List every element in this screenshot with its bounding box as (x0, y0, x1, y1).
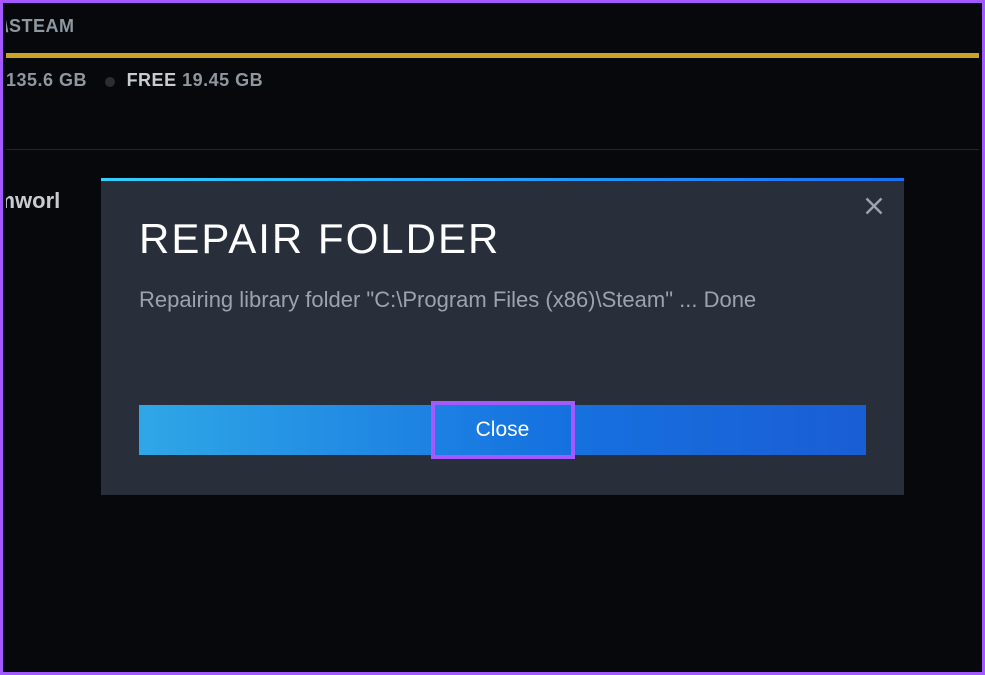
library-item-text: eamworl (6, 188, 60, 213)
repair-folder-dialog: REPAIR FOLDER Repairing library folder "… (101, 178, 904, 495)
close-icon (864, 196, 884, 216)
close-button[interactable]: Close (139, 405, 866, 455)
free-dot-icon (105, 77, 115, 87)
free-size: 19.45 GB (182, 70, 263, 90)
storage-usage-bar (6, 53, 979, 58)
dialog-actions: Close (101, 405, 904, 495)
library-path-text: 86)\STEAM (6, 16, 75, 36)
storage-info-row: 135.6 GB FREE 19.45 GB (6, 70, 979, 109)
library-path: 86)\STEAM (6, 6, 979, 49)
dialog-close-button[interactable] (864, 192, 892, 220)
divider (6, 149, 979, 150)
close-button-label: Close (426, 408, 580, 452)
dialog-body: REPAIR FOLDER Repairing library folder "… (101, 181, 904, 405)
free-label: FREE (127, 70, 177, 90)
used-size: 135.6 GB (6, 70, 87, 91)
free-chunk: FREE 19.45 GB (105, 70, 263, 91)
dialog-title: REPAIR FOLDER (139, 215, 866, 263)
dialog-message: Repairing library folder "C:\Program Fil… (139, 285, 866, 315)
